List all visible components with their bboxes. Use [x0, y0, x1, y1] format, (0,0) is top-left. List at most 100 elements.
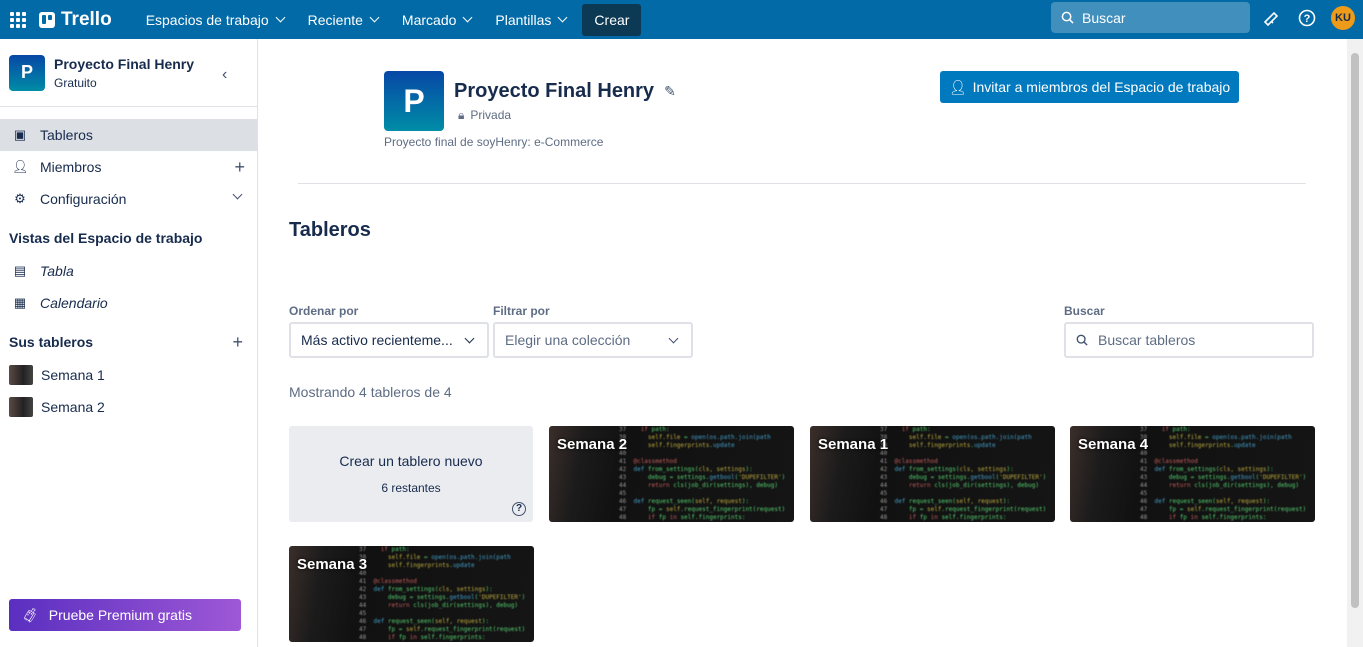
- boards-count: Mostrando 4 tableros de 4: [289, 384, 452, 400]
- nav-recent[interactable]: Reciente: [296, 4, 390, 36]
- search-placeholder: Buscar tableros: [1098, 332, 1196, 348]
- visibility: 🔒︎ Privada: [458, 108, 511, 123]
- nav-label: Reciente: [307, 11, 363, 28]
- code-background: 37 if path: 38 self.file = open(os.path.…: [619, 426, 786, 521]
- search-input[interactable]: Buscar: [1051, 2, 1250, 33]
- premium-label: Pruebe Premium gratis: [48, 607, 192, 623]
- board-tile-semana-2[interactable]: 37 if path: 38 self.file = open(os.path.…: [549, 426, 794, 522]
- nav-label: Espacios de trabajo: [145, 11, 269, 28]
- megaphone-icon[interactable]: [1261, 8, 1281, 28]
- filter-value: Elegir una colección: [505, 332, 631, 348]
- workspace-logo-large: P: [384, 71, 444, 131]
- sidebar-item-calendar[interactable]: ▦ Calendario: [0, 287, 257, 319]
- board-thumbnail: [9, 397, 33, 417]
- sidebar-item-label: Tabla: [40, 263, 74, 279]
- board-thumbnail: [9, 365, 33, 385]
- divider: [298, 183, 1306, 184]
- your-boards-heading: Sus tableros +: [0, 325, 257, 359]
- help-icon[interactable]: ?: [512, 502, 526, 516]
- avatar[interactable]: KU: [1331, 6, 1355, 30]
- chevron-down-icon: [369, 12, 380, 23]
- sidebar-item-label: Semana 2: [41, 399, 105, 415]
- workspace-title-row: Proyecto Final Henry ✎: [454, 80, 676, 103]
- trello-icon: [39, 11, 55, 28]
- create-board-label: Crear un tablero nuevo: [339, 453, 483, 469]
- sidebar-item-label: Miembros: [40, 159, 102, 175]
- board-icon: ▣: [13, 127, 27, 142]
- sidebar-item-members[interactable]: 👤︎ Miembros +: [0, 151, 257, 183]
- help-icon[interactable]: ?: [1297, 8, 1317, 28]
- chevron-down-icon: [668, 333, 679, 343]
- scrollbar-thumb[interactable]: [1351, 53, 1359, 608]
- filter-label: Filtrar por: [493, 304, 550, 318]
- sidebar-item-boards[interactable]: ▣ Tableros: [0, 119, 257, 151]
- board-tile-semana-1[interactable]: 37 if path: 38 self.file = open(os.path.…: [810, 426, 1055, 522]
- sidebar-item-label: Configuración: [40, 191, 127, 207]
- search-boards-input[interactable]: Buscar tableros: [1064, 322, 1314, 358]
- board-name: Semana 3: [297, 556, 368, 573]
- brand-name: Trello: [61, 8, 112, 30]
- collapse-sidebar-icon[interactable]: ‹: [222, 66, 227, 84]
- visibility-label: Privada: [470, 108, 512, 122]
- board-name: Semana 4: [1078, 436, 1149, 453]
- sidebar-item-label: Calendario: [40, 295, 108, 311]
- add-board-icon[interactable]: +: [232, 332, 243, 353]
- add-member-icon[interactable]: +: [234, 157, 245, 178]
- briefcase-icon: 🧳︎: [21, 606, 39, 623]
- sidebar-board-semana-1[interactable]: Semana 1: [0, 359, 257, 391]
- nav-starred[interactable]: Marcado: [390, 4, 483, 36]
- sort-select[interactable]: Más activo recienteme...: [289, 322, 489, 358]
- person-icon: 👤︎: [12, 159, 29, 174]
- search-icon: [1076, 334, 1088, 346]
- sort-label: Ordenar por: [289, 304, 359, 318]
- chevron-down-icon: [557, 12, 568, 23]
- main-content: P Proyecto Final Henry ✎ 🔒︎ Privada Proyec…: [259, 39, 1347, 647]
- create-button[interactable]: Crear: [582, 3, 642, 36]
- scrollbar[interactable]: [1347, 39, 1363, 647]
- chevron-down-icon: [464, 333, 475, 343]
- code-background: 37 if path: 38 self.file = open(os.path.…: [1140, 426, 1307, 521]
- sidebar-item-settings[interactable]: ⚙ Configuración: [0, 183, 257, 215]
- workspace-logo: P: [9, 54, 45, 91]
- board-tile-semana-3[interactable]: 37 if path: 38 self.file = open(os.path.…: [289, 546, 534, 642]
- nav-workspaces[interactable]: Espacios de trabajo: [134, 4, 296, 36]
- sort-value: Más activo recienteme...: [301, 332, 453, 348]
- nav-label: Marcado: [401, 11, 457, 28]
- sidebar-board-semana-2[interactable]: Semana 2: [0, 391, 257, 423]
- code-background: 37 if path: 38 self.file = open(os.path.…: [359, 546, 526, 641]
- sidebar-item-label: Tableros: [40, 127, 93, 143]
- edit-pencil-icon[interactable]: ✎: [664, 83, 676, 100]
- sidebar: P Proyecto Final Henry Gratuito ‹ ▣ Table…: [0, 39, 258, 647]
- code-background: 37 if path: 38 self.file = open(os.path.…: [880, 426, 1047, 521]
- filter-select[interactable]: Elegir una colección: [493, 322, 693, 358]
- workspace-name: Proyecto Final Henry: [54, 55, 195, 72]
- search-placeholder: Buscar: [1082, 9, 1126, 26]
- add-person-icon: 👤︎: [948, 78, 967, 95]
- workspace-header: P Proyecto Final Henry Gratuito ‹: [0, 39, 257, 107]
- nav-templates[interactable]: Plantillas: [483, 4, 578, 36]
- sidebar-item-label: Semana 1: [41, 367, 105, 383]
- sidebar-item-table[interactable]: ▤ Tabla: [0, 255, 257, 287]
- nav-label: Plantillas: [495, 11, 552, 28]
- create-board-tile[interactable]: Crear un tablero nuevo 6 restantes ?: [289, 426, 533, 522]
- board-name: Semana 2: [557, 436, 628, 453]
- invite-members-button[interactable]: 👤︎ Invitar a miembros del Espacio de trab…: [940, 71, 1239, 103]
- workspace-title: Proyecto Final Henry: [454, 80, 655, 102]
- calendar-icon: ▦: [13, 295, 27, 310]
- premium-trial-button[interactable]: 🧳︎ Pruebe Premium gratis: [9, 599, 241, 631]
- gear-icon: ⚙: [14, 191, 26, 206]
- board-tile-semana-4[interactable]: 37 if path: 38 self.file = open(os.path.…: [1070, 426, 1315, 522]
- heading-label: Sus tableros: [9, 334, 94, 350]
- workspace-description: Proyecto final de soyHenry: e-Commerce: [384, 135, 604, 149]
- views-heading: Vistas del Espacio de trabajo: [9, 230, 203, 246]
- boards-title: Tableros: [289, 219, 371, 241]
- chevron-down-icon: [275, 12, 286, 23]
- trello-logo[interactable]: Trello: [39, 9, 112, 31]
- apps-grid-icon[interactable]: [10, 11, 26, 28]
- search-icon: [1061, 11, 1074, 24]
- svg-text:?: ?: [1304, 13, 1311, 25]
- lock-icon: 🔒︎: [458, 108, 465, 122]
- chevron-down-icon: [232, 189, 243, 200]
- top-nav: Trello Espacios de trabajo Reciente Marc…: [0, 0, 1363, 39]
- chevron-down-icon: [462, 12, 473, 23]
